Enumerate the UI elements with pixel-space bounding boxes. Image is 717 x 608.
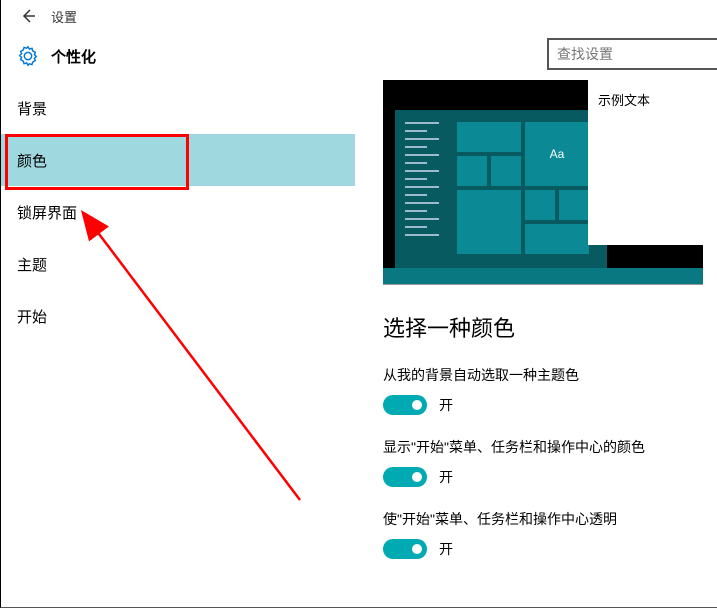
content: Aa 示例文本 选择一种颜色 从我的背景自动选取一种主题色 [355, 80, 717, 607]
toggle-show-color[interactable] [383, 467, 427, 487]
toggle-auto-color[interactable] [383, 395, 427, 415]
sidebar-item-themes[interactable]: 主题 [1, 238, 355, 290]
setting-label: 使"开始"菜单、任务栏和操作中心透明 [383, 509, 717, 529]
preview-menu-lines [405, 122, 439, 242]
titlebar: 设置 [1, 0, 717, 32]
preview-start-panel: Aa [395, 110, 607, 268]
toggle-state: 开 [439, 467, 453, 487]
sidebar-item-background[interactable]: 背景 [1, 82, 355, 134]
app-title: 设置 [51, 7, 77, 26]
setting-transparency: 使"开始"菜单、任务栏和操作中心透明 开 [383, 509, 717, 559]
sidebar-item-start[interactable]: 开始 [1, 290, 355, 342]
annotation-highlight-box [5, 134, 189, 190]
toggle-state: 开 [439, 539, 453, 559]
section-title: 选择一种颜色 [383, 311, 717, 343]
preview-taskbar [383, 268, 703, 284]
settings-window: 设置 个性化 查找设置 背景 颜色 锁屏界面 主题 开始 [0, 0, 717, 608]
setting-show-color: 显示"开始"菜单、任务栏和操作中心的颜色 开 [383, 437, 717, 487]
toggle-state: 开 [439, 395, 453, 415]
preview-tile-aa: Aa [525, 122, 589, 186]
gear-icon [17, 45, 39, 67]
setting-label: 显示"开始"菜单、任务栏和操作中心的颜色 [383, 437, 717, 457]
preview-sample-text: 示例文本 [598, 93, 650, 108]
header: 个性化 查找设置 [1, 32, 717, 80]
page-title: 个性化 [51, 46, 96, 67]
sidebar-item-lockscreen[interactable]: 锁屏界面 [1, 186, 355, 238]
color-preview: Aa 示例文本 [383, 80, 703, 285]
setting-label: 从我的背景自动选取一种主题色 [383, 365, 717, 385]
preview-sample-popup: 示例文本 [588, 80, 703, 245]
setting-auto-color: 从我的背景自动选取一种主题色 开 [383, 365, 717, 415]
back-button[interactable] [13, 1, 43, 31]
search-input[interactable]: 查找设置 [547, 38, 717, 70]
toggle-transparency[interactable] [383, 539, 427, 559]
